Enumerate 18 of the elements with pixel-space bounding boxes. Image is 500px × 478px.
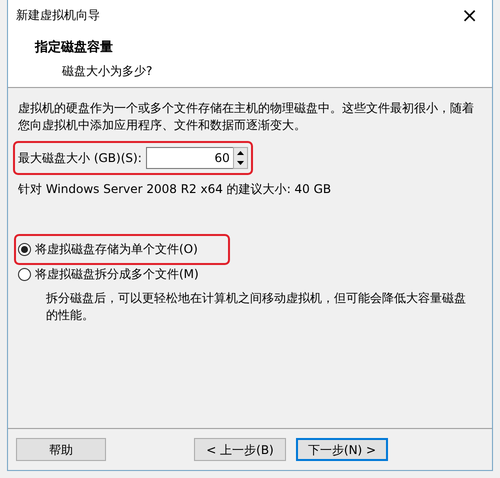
window-title: 新建虚拟机向导 (16, 7, 100, 24)
back-button[interactable]: < 上一步(B) (194, 438, 286, 461)
field-label: 最大磁盘大小 (GB)(S): (18, 150, 142, 166)
recommendation-text: 针对 Windows Server 2008 R2 x64 的建议大小: 40 GB (18, 181, 332, 198)
down-arrow-icon (236, 161, 244, 165)
option-label: 将虚拟磁盘拆分成多个文件(M) (35, 266, 199, 283)
help-button[interactable]: 帮助 (16, 438, 106, 461)
disk-size-field[interactable]: 60 (146, 147, 234, 169)
radio-button[interactable] (18, 268, 31, 281)
radio-button[interactable] (18, 243, 31, 256)
description-text: 虚拟机的硬盘作为一个或多个文件存储在主机的物理磁盘中。这些文件最初很小，随着您向虚拟机中添加应用程序、文件和数据而逐渐变大。 (18, 100, 475, 134)
option-note: 拆分磁盘后，可以更轻松地在计算机之间移动虚拟机，但可能会降低大容量磁盘的性能。 (45, 290, 467, 324)
next-button[interactable]: 下一步(N) > (296, 438, 388, 461)
page-subtitle: 磁盘大小为多少? (62, 62, 154, 80)
up-arrow-icon (236, 151, 244, 155)
page-title: 指定磁盘容量 (35, 38, 114, 57)
option-label: 将虚拟磁盘存储为单个文件(O) (35, 241, 198, 258)
close-button[interactable]: × (457, 5, 482, 25)
